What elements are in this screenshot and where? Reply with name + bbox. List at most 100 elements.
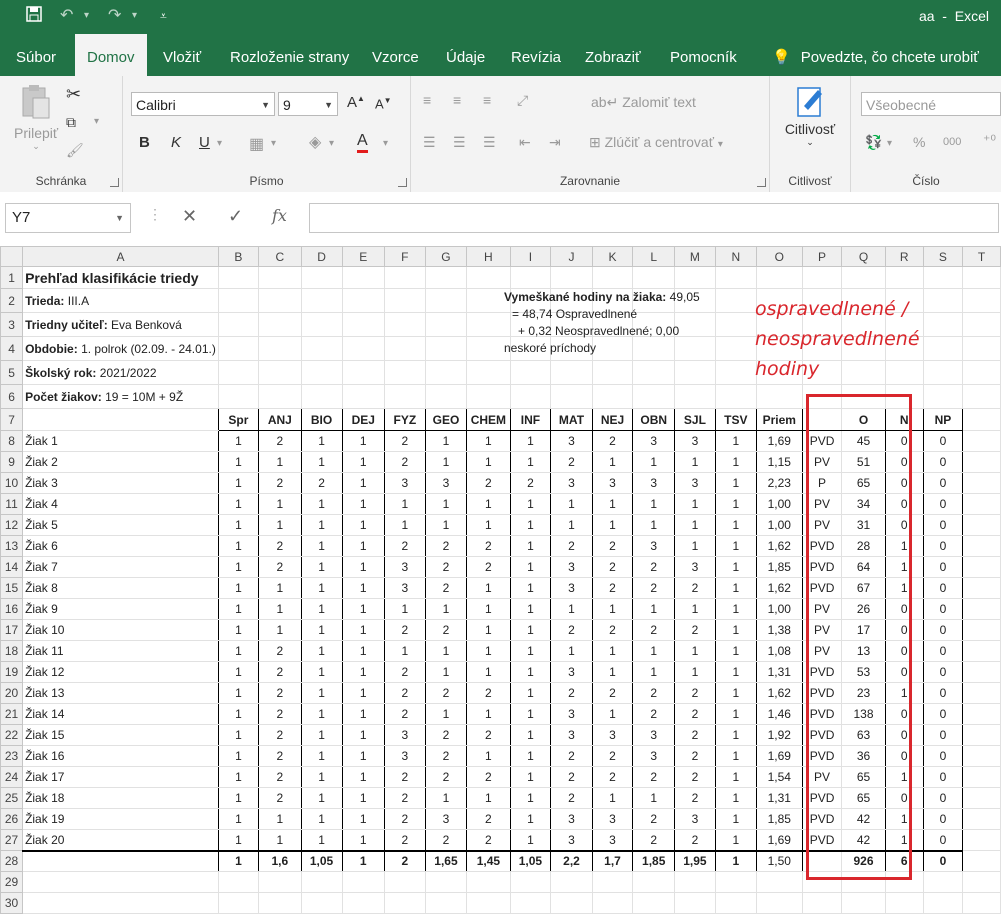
grade-cell[interactable]: 1: [217, 661, 260, 683]
grade-cell[interactable]: 3: [383, 556, 426, 578]
row-header[interactable]: 5: [0, 360, 24, 385]
grade-cell[interactable]: 1: [424, 451, 468, 473]
grade-cell[interactable]: 1: [509, 619, 552, 641]
student-name[interactable]: Žiak 8: [22, 577, 219, 599]
grade-cell[interactable]: 1: [714, 766, 757, 788]
cell[interactable]: [962, 598, 1001, 620]
align-left-icon[interactable]: ☰: [423, 134, 436, 151]
grade-cell[interactable]: 1: [300, 640, 343, 662]
row-header[interactable]: 15: [0, 577, 24, 599]
cell[interactable]: [424, 312, 468, 337]
grade-cell[interactable]: 2: [591, 682, 634, 704]
grade-cell[interactable]: 1: [424, 493, 468, 515]
cell[interactable]: [922, 384, 964, 409]
grade-cell[interactable]: 2: [673, 577, 716, 599]
grade-cell[interactable]: 1: [341, 451, 385, 473]
row-header[interactable]: 6: [0, 384, 24, 409]
grade-cell[interactable]: 1: [714, 514, 757, 536]
cell[interactable]: [22, 408, 219, 431]
grade-cell[interactable]: 1: [591, 493, 634, 515]
cell[interactable]: [714, 312, 757, 337]
grade-cell[interactable]: 1: [300, 556, 343, 578]
align-middle-icon[interactable]: ≡: [453, 92, 461, 108]
cell[interactable]: [424, 360, 468, 385]
cell[interactable]: [962, 514, 1001, 536]
grade-cell[interactable]: 1: [383, 514, 426, 536]
grade-cell[interactable]: 1: [300, 577, 343, 599]
grade-cell[interactable]: 2: [424, 535, 468, 557]
average-cell[interactable]: 1,69: [755, 745, 803, 767]
grade-cell[interactable]: 1: [217, 766, 260, 788]
increase-indent-icon[interactable]: ⇥: [549, 134, 561, 151]
grade-cell[interactable]: 2: [591, 745, 634, 767]
grade-cell[interactable]: 1: [300, 787, 343, 809]
grade-cell[interactable]: 2: [424, 682, 468, 704]
cell[interactable]: [673, 892, 716, 914]
borders-icon[interactable]: ▦: [249, 134, 264, 154]
grade-cell[interactable]: 1: [300, 724, 343, 746]
late-arrivals-cell[interactable]: 0: [922, 619, 964, 641]
cell[interactable]: [466, 871, 511, 893]
grade-cell[interactable]: 3: [591, 829, 634, 851]
total-grade-cell[interactable]: 2,2: [550, 849, 593, 872]
cell[interactable]: [962, 556, 1001, 578]
grade-cell[interactable]: 3: [591, 808, 634, 830]
cell[interactable]: [424, 892, 468, 914]
cell[interactable]: [962, 535, 1001, 557]
grade-cell[interactable]: 2: [632, 829, 675, 851]
subject-header[interactable]: DEJ: [341, 408, 385, 431]
grade-cell[interactable]: 2: [673, 703, 716, 725]
fill-color-dropdown-icon[interactable]: ▾: [329, 138, 334, 149]
cell[interactable]: [962, 745, 1001, 767]
grade-cell[interactable]: 1: [466, 745, 511, 767]
cell[interactable]: [383, 892, 426, 914]
grade-cell[interactable]: 1: [509, 514, 552, 536]
cell[interactable]: [714, 871, 757, 893]
late-arrivals-cell[interactable]: 0: [922, 598, 964, 620]
grade-cell[interactable]: 1: [550, 493, 593, 515]
late-arrivals-cell[interactable]: 0: [922, 556, 964, 578]
total-grade-cell[interactable]: 1,05: [300, 849, 343, 872]
column-header[interactable]: A: [22, 246, 219, 267]
student-name[interactable]: Žiak 2: [22, 451, 219, 473]
copy-icon[interactable]: ⧉: [66, 114, 76, 131]
tab-formulas[interactable]: Vzorce: [360, 34, 431, 76]
grade-cell[interactable]: 1: [509, 787, 552, 809]
grade-cell[interactable]: 1: [300, 535, 343, 557]
grade-cell[interactable]: 1: [714, 430, 757, 452]
cell[interactable]: [962, 724, 1001, 746]
cell[interactable]: [217, 336, 260, 361]
subject-header[interactable]: NP: [922, 408, 964, 431]
grade-cell[interactable]: 2: [424, 556, 468, 578]
grade-cell[interactable]: 2: [258, 745, 302, 767]
student-name[interactable]: Žiak 12: [22, 661, 219, 683]
cell[interactable]: [962, 472, 1001, 494]
cell[interactable]: [755, 892, 803, 914]
grade-cell[interactable]: 1: [509, 724, 552, 746]
cell[interactable]: [217, 288, 260, 313]
grade-cell[interactable]: 1: [383, 598, 426, 620]
undo-icon[interactable]: ↶: [60, 6, 73, 26]
grade-cell[interactable]: 2: [550, 535, 593, 557]
grade-cell[interactable]: 3: [550, 724, 593, 746]
grade-cell[interactable]: 1: [591, 514, 634, 536]
student-name[interactable]: Žiak 16: [22, 745, 219, 767]
cell[interactable]: [341, 384, 385, 409]
grade-cell[interactable]: 2: [466, 535, 511, 557]
grade-cell[interactable]: 1: [673, 451, 716, 473]
grade-cell[interactable]: 2: [632, 619, 675, 641]
grade-cell[interactable]: 1: [217, 703, 260, 725]
accounting-dropdown-icon[interactable]: ▾: [887, 138, 892, 149]
total-grade-cell[interactable]: 1,45: [466, 849, 511, 872]
subject-header[interactable]: CHEM: [466, 408, 511, 431]
cell[interactable]: [801, 266, 843, 289]
grade-cell[interactable]: 3: [550, 703, 593, 725]
grade-cell[interactable]: 1: [591, 640, 634, 662]
student-name[interactable]: Žiak 14: [22, 703, 219, 725]
grade-cell[interactable]: 3: [632, 430, 675, 452]
average-cell[interactable]: 1,46: [755, 703, 803, 725]
grade-cell[interactable]: 1: [300, 829, 343, 851]
grade-cell[interactable]: 1: [632, 514, 675, 536]
grade-cell[interactable]: 2: [383, 661, 426, 683]
grade-cell[interactable]: 1: [341, 430, 385, 452]
